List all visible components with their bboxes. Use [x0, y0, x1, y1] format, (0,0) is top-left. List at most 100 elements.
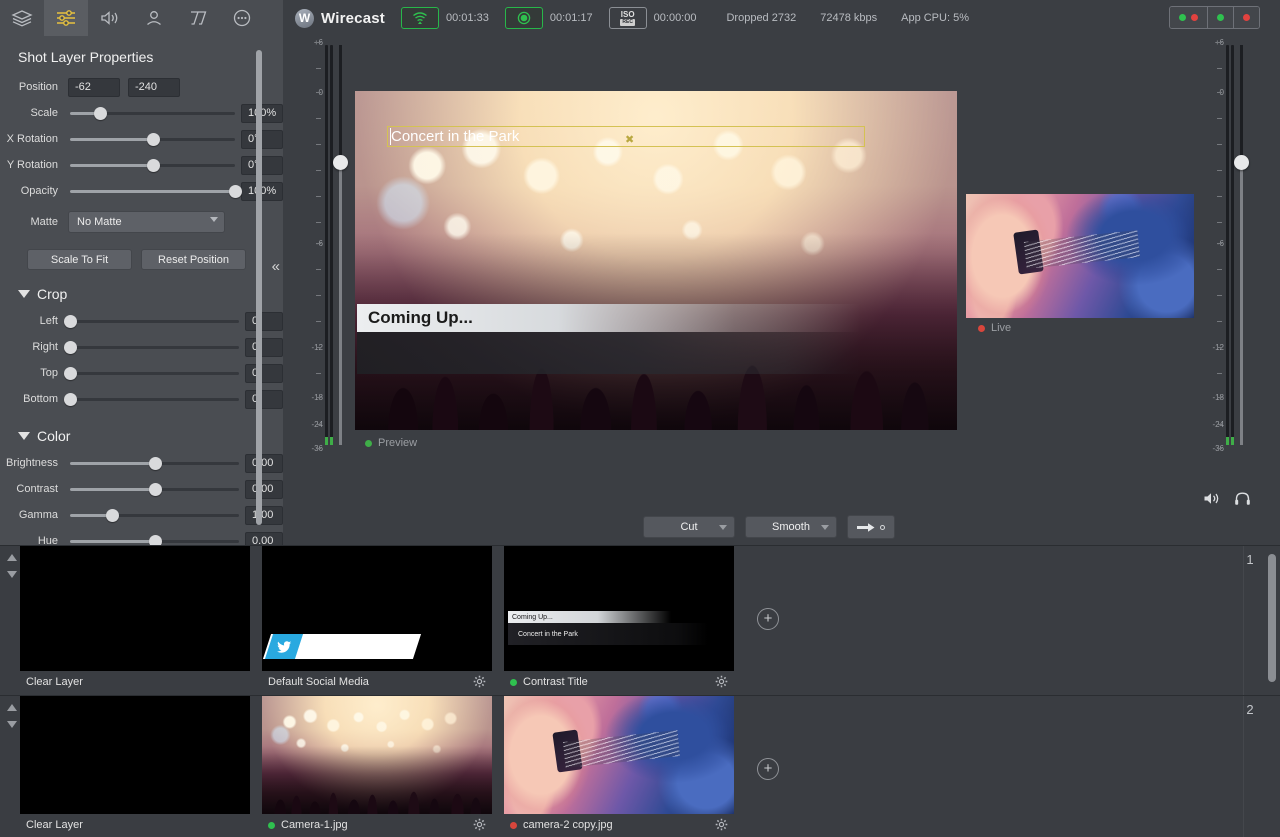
led-cell-record[interactable] — [1208, 7, 1234, 28]
x-rotation-value[interactable]: 0° — [241, 130, 283, 149]
contrast-slider[interactable] — [70, 481, 239, 497]
gamma-slider[interactable] — [70, 507, 239, 523]
opacity-value[interactable]: 100% — [241, 182, 283, 201]
gear-icon[interactable] — [715, 818, 728, 834]
more-icon[interactable] — [220, 0, 264, 36]
scale-value[interactable]: 100% — [241, 104, 283, 123]
color-section-header[interactable]: Color — [0, 412, 283, 450]
stream-icon[interactable] — [401, 7, 439, 29]
shot-camera-1[interactable]: Camera-1.jpg — [262, 696, 492, 836]
scroll-up-icon[interactable] — [7, 554, 17, 561]
crop-right-value[interactable]: 0 — [245, 338, 283, 357]
gamma-row: Gamma 1.00 — [0, 502, 283, 528]
add-shot-button-layer-2[interactable]: + — [757, 758, 779, 780]
gear-icon[interactable] — [473, 675, 486, 691]
live-volume-fader-knob[interactable] — [1234, 155, 1249, 170]
record-icon[interactable] — [505, 7, 543, 29]
hue-label: Hue — [0, 535, 68, 545]
crop-title: Crop — [37, 286, 67, 302]
shot-camera-2-copy[interactable]: camera-2 copy.jpg — [504, 696, 734, 836]
brightness-value[interactable]: 0.00 — [245, 454, 283, 473]
contrast-value[interactable]: 0.00 — [245, 480, 283, 499]
live-monitor[interactable]: Live — [966, 194, 1194, 318]
left-toolbar — [0, 0, 283, 36]
properties-scrollbar[interactable] — [256, 50, 262, 525]
app-title: Wirecast — [321, 10, 385, 27]
transition-type-dropdown[interactable]: Cut — [643, 516, 735, 538]
preview-volume-fader-knob[interactable] — [333, 155, 348, 170]
matte-dropdown[interactable]: No Matte — [68, 211, 225, 233]
add-shot-button-layer-1[interactable]: + — [757, 608, 779, 630]
transition-speed-dropdown[interactable]: Smooth — [745, 516, 837, 538]
crop-left-value[interactable]: 0 — [245, 312, 283, 331]
speaker-icon[interactable] — [1203, 491, 1220, 511]
crop-right-slider[interactable] — [70, 339, 239, 355]
dropped-frames-metric: Dropped 2732 — [726, 12, 796, 24]
shot-clear-layer-1[interactable]: Clear Layer — [20, 546, 250, 693]
scroll-down-icon[interactable] — [7, 571, 17, 578]
shot-footer: Contrast Title — [504, 671, 734, 693]
bitrate-metric: 72478 kbps — [820, 12, 877, 24]
layer-row-1: Clear Layer Default Social Media — [0, 546, 1280, 696]
shot-status-dot — [268, 822, 275, 829]
stream-status-group[interactable]: 00:01:33 — [401, 7, 489, 29]
shot-default-social-media[interactable]: Default Social Media — [262, 546, 492, 693]
live-volume-fader-track[interactable] — [1240, 45, 1243, 445]
status-bar: W Wirecast 00:01:33 00:01:17 I — [283, 0, 1280, 36]
layers-icon[interactable] — [0, 0, 44, 36]
speaker-icon[interactable] — [88, 0, 132, 36]
panel-title: Shot Layer Properties — [0, 36, 283, 74]
hue-slider[interactable] — [70, 533, 239, 545]
hue-value[interactable]: 0.00 — [245, 532, 283, 546]
mini-heading: Coming Up... — [508, 611, 671, 623]
shot-clear-layer-2[interactable]: Clear Layer — [20, 696, 250, 836]
go-button[interactable] — [847, 515, 895, 539]
y-rotation-slider[interactable] — [70, 157, 235, 173]
headphone-icon[interactable] — [1234, 491, 1251, 511]
x-rotation-slider[interactable] — [70, 131, 235, 147]
scroll-down-icon[interactable] — [7, 721, 17, 728]
brightness-label: Brightness — [0, 457, 68, 469]
position-x-input[interactable]: -62 — [68, 78, 120, 97]
gamma-value[interactable]: 1.00 — [245, 506, 283, 525]
position-y-input[interactable]: -240 — [128, 78, 180, 97]
shot-thumbnail — [20, 696, 250, 814]
text-move-handle-icon[interactable]: ✖ — [625, 133, 634, 146]
reset-position-button[interactable]: Reset Position — [141, 249, 246, 270]
shot-bin-scrollbar[interactable] — [1268, 554, 1276, 682]
crop-bottom-value[interactable]: 0 — [245, 390, 283, 409]
iso-rec-icon[interactable]: ISO REC — [609, 7, 647, 29]
scroll-up-icon[interactable] — [7, 704, 17, 711]
record-status-group[interactable]: 00:01:17 — [505, 7, 593, 29]
preview-volume-fader-track[interactable] — [339, 45, 342, 445]
led-cell-iso[interactable] — [1234, 7, 1259, 28]
iso-status-group[interactable]: ISO REC 00:00:00 — [609, 7, 697, 29]
shot-footer: Camera-1.jpg — [262, 814, 492, 836]
gear-icon[interactable] — [473, 818, 486, 834]
brightness-slider[interactable] — [70, 455, 239, 471]
shot-label: Default Social Media — [268, 676, 369, 688]
collapse-panel-button[interactable]: « — [272, 258, 280, 275]
led-cell-stream[interactable] — [1170, 7, 1208, 28]
lower-third-header: Coming Up... — [357, 304, 860, 332]
scale-slider[interactable] — [70, 105, 235, 121]
shot-contrast-title[interactable]: Coming Up... Concert in the Park Contras… — [504, 546, 734, 693]
scale-to-fit-button[interactable]: Scale To Fit — [27, 249, 132, 270]
crop-section-header[interactable]: Crop — [0, 270, 283, 308]
title-text-edit-box[interactable]: Concert in the Park ✖ — [387, 126, 865, 147]
contrast-row: Contrast 0.00 — [0, 476, 283, 502]
text-icon[interactable] — [176, 0, 220, 36]
crop-left-slider[interactable] — [70, 313, 239, 329]
gear-icon[interactable] — [715, 675, 728, 691]
person-icon[interactable] — [132, 0, 176, 36]
hue-row: Hue 0.00 — [0, 528, 283, 545]
preview-monitor[interactable]: Coming Up... Concert in the Park ✖ Previ… — [355, 91, 957, 430]
sliders-icon[interactable] — [44, 0, 88, 36]
crop-bottom-slider[interactable] — [70, 391, 239, 407]
crop-bottom-row: Bottom 0 — [0, 386, 283, 412]
y-rotation-value[interactable]: 0° — [241, 156, 283, 175]
preview-video-frame: Coming Up... Concert in the Park ✖ — [355, 91, 957, 430]
opacity-slider[interactable] — [70, 183, 235, 199]
crop-top-slider[interactable] — [70, 365, 239, 381]
crop-top-value[interactable]: 0 — [245, 364, 283, 383]
